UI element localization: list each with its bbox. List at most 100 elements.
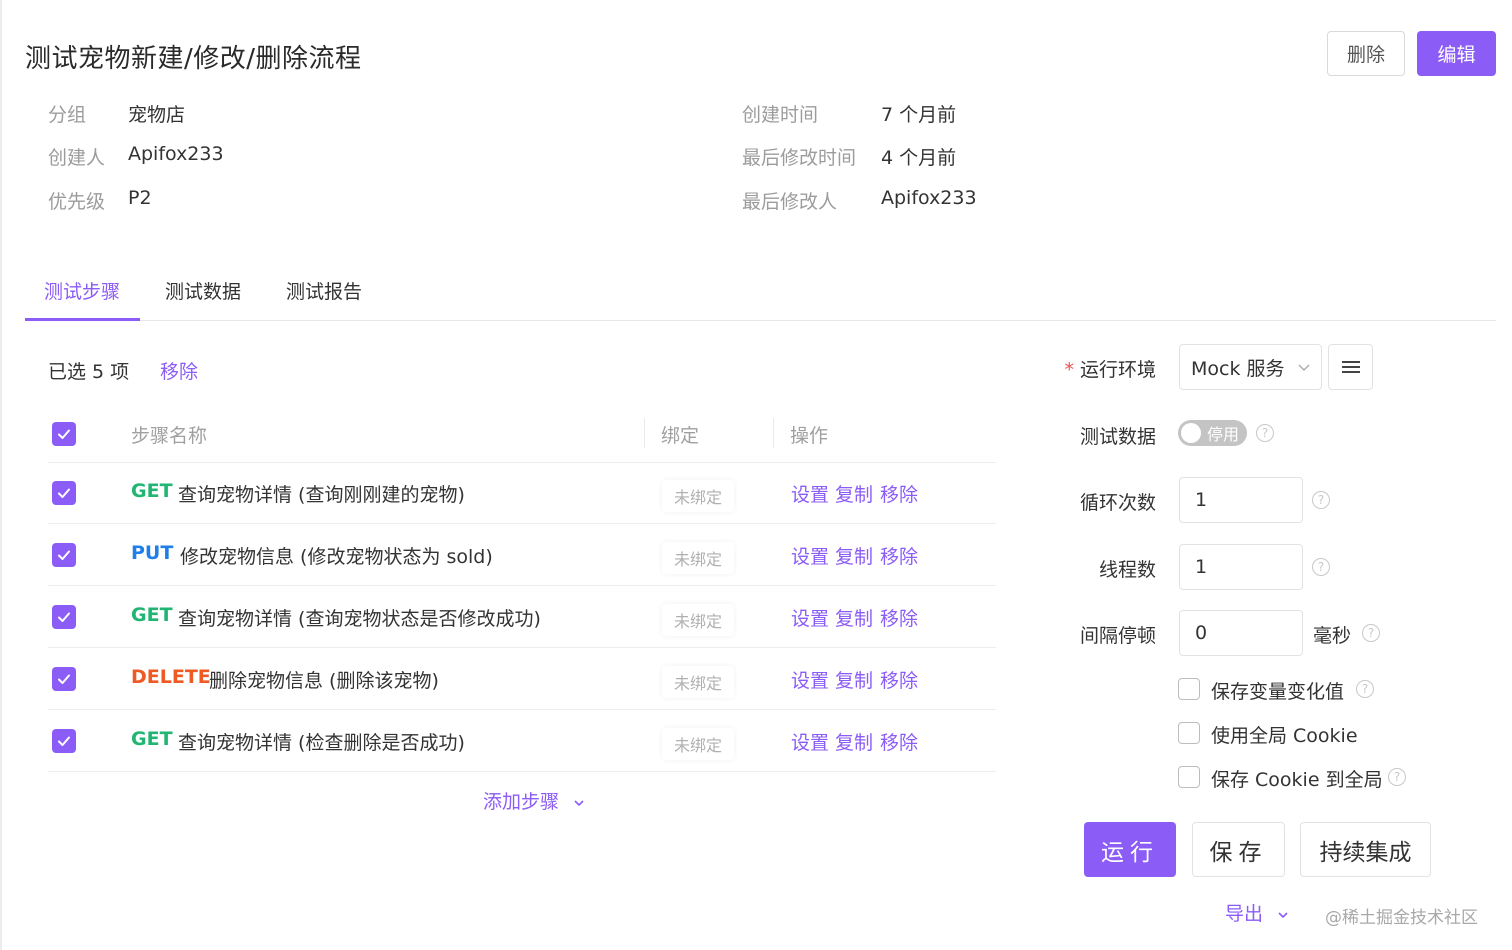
left-border [0,0,2,950]
save-var-changes-label: 保存变量变化值 [1211,681,1345,703]
save-var-changes-checkbox[interactable] [1178,678,1200,700]
op-remove-link[interactable]: 移除 [880,480,918,507]
chevron-down-icon [1278,911,1288,918]
tab-test-data[interactable]: 测试数据 [165,277,241,304]
meta-group-key: 分组 [48,104,87,126]
env-label-text: 运行环境 [1079,359,1156,381]
op-settings-link[interactable]: 设置 [791,728,829,755]
row-divider [48,462,996,463]
add-step-label: 添加步骤 [483,791,560,813]
method-badge-get: GET [131,480,173,502]
op-settings-link[interactable]: 设置 [791,542,829,569]
step-name[interactable]: 查询宠物详情 (查询刚刚建的宠物) [178,480,465,507]
add-step-button[interactable]: 添加步骤 [483,787,585,814]
meta-created-value: 7 个月前 [881,104,957,126]
op-remove-link[interactable]: 移除 [880,542,918,569]
tab-test-report[interactable]: 测试报告 [286,277,362,304]
op-remove-link[interactable]: 移除 [880,666,918,693]
check-icon [58,736,70,746]
row-divider [48,771,996,772]
help-icon[interactable]: ? [1356,680,1374,698]
interval-input[interactable]: 0 [1179,610,1303,656]
op-remove-link[interactable]: 移除 [880,604,918,631]
step-name[interactable]: 修改宠物信息 (修改宠物状态为 sold) [180,542,493,569]
meta-modifier-value: Apifox233 [881,187,977,209]
row-checkbox[interactable] [52,605,76,629]
help-icon[interactable]: ? [1362,624,1380,642]
menu-icon [1341,361,1360,373]
bind-status[interactable]: 未绑定 [662,666,735,698]
op-copy-link[interactable]: 复制 [835,480,873,507]
op-settings-link[interactable]: 设置 [791,666,829,693]
check-icon [58,612,70,622]
method-badge-put: PUT [131,542,174,564]
tab-test-steps[interactable]: 测试步骤 [44,277,120,304]
bind-status[interactable]: 未绑定 [662,728,735,760]
threads-input[interactable]: 1 [1179,544,1303,590]
meta-priority-value: P2 [128,187,152,209]
column-separator [644,418,645,448]
page-title: 测试宠物新建/修改/删除流程 [25,44,362,74]
bind-status[interactable]: 未绑定 [662,542,735,574]
help-icon[interactable]: ? [1256,424,1274,442]
toggle-knob [1181,423,1201,443]
step-name[interactable]: 查询宠物详情 (检查删除是否成功) [178,728,465,755]
row-divider [48,709,996,710]
op-copy-link[interactable]: 复制 [835,666,873,693]
row-checkbox[interactable] [52,543,76,567]
row-divider [48,647,996,648]
delete-button[interactable]: 删除 [1327,31,1405,76]
remove-selected-link[interactable]: 移除 [160,357,198,384]
env-menu-button[interactable] [1328,344,1373,390]
tab-active-indicator [25,318,140,321]
export-button[interactable]: 导出 [1225,899,1289,926]
op-copy-link[interactable]: 复制 [835,728,873,755]
selection-count: 已选 5 项 [48,361,130,383]
step-name[interactable]: 查询宠物详情 (查询宠物状态是否修改成功) [178,604,541,631]
help-icon[interactable]: ? [1312,491,1330,509]
env-label: * 运行环境 [1040,355,1156,382]
loop-count-input[interactable]: 1 [1179,477,1303,523]
bind-status[interactable]: 未绑定 [662,604,735,636]
row-divider [48,523,996,524]
row-checkbox[interactable] [52,481,76,505]
env-select[interactable]: Mock 服务 [1179,344,1322,390]
select-all-checkbox[interactable] [52,422,76,446]
chevron-down-icon [574,799,584,806]
loop-count-label: 循环次数 [1079,492,1156,514]
global-cookie-label: 使用全局 Cookie [1211,725,1358,747]
required-mark: * [1064,359,1074,381]
row-checkbox[interactable] [52,729,76,753]
op-copy-link[interactable]: 复制 [835,604,873,631]
column-header-name: 步骤名称 [131,425,208,447]
interval-unit: 毫秒 [1313,625,1352,647]
threads-label: 线程数 [1098,559,1156,581]
row-divider [48,585,996,586]
meta-modifier-key: 最后修改人 [742,191,838,213]
op-settings-link[interactable]: 设置 [791,604,829,631]
bind-status[interactable]: 未绑定 [662,480,735,512]
global-cookie-checkbox[interactable] [1178,722,1200,744]
step-name[interactable]: 删除宠物信息 (删除该宠物) [209,666,439,693]
save-button[interactable]: 保存 [1192,822,1285,877]
chevron-down-icon [1298,364,1310,371]
save-cookie-global-checkbox[interactable] [1178,766,1200,788]
help-icon[interactable]: ? [1388,768,1406,786]
help-icon[interactable]: ? [1312,558,1330,576]
op-copy-link[interactable]: 复制 [835,542,873,569]
test-data-toggle[interactable]: 停用 [1178,420,1247,446]
meta-priority-key: 优先级 [48,191,106,213]
column-separator [773,418,774,448]
op-settings-link[interactable]: 设置 [791,480,829,507]
op-remove-link[interactable]: 移除 [880,728,918,755]
check-icon [58,550,70,560]
run-button[interactable]: 运行 [1084,822,1176,877]
check-icon [58,488,70,498]
method-badge-delete: DELETE [131,666,211,688]
method-badge-get: GET [131,728,173,750]
row-checkbox[interactable] [52,667,76,691]
meta-group-value: 宠物店 [128,104,186,126]
watermark: @稀土掘金技术社区 [1325,908,1478,928]
edit-button[interactable]: 编辑 [1417,31,1496,76]
ci-button[interactable]: 持续集成 [1300,822,1431,877]
